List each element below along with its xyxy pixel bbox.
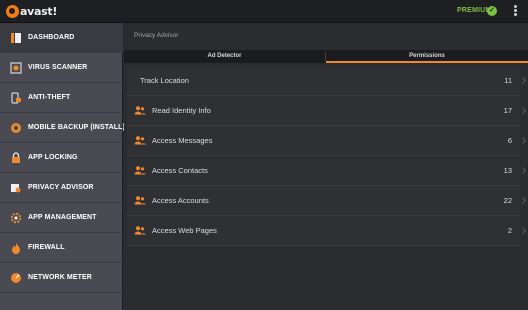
list-item[interactable]: Read Identity Info 17 [127,96,526,126]
padlock-icon [12,151,20,163]
sidebar-item-label: NETWORK METER [28,274,92,281]
sidebar-item-privacy-advisor[interactable]: PRIVACY ADVISOR [0,173,123,203]
gear-icon [10,212,22,223]
sidebar-item-label: VIRUS SCANNER [28,64,88,71]
chevron-right-icon [522,197,526,204]
list-item[interactable]: Track Location 11 [127,66,526,96]
meter-icon [11,272,21,283]
check-icon: ✓ [487,6,497,16]
page-title: Privacy Advisor [134,32,179,39]
chevron-right-icon [522,107,526,114]
sidebar-item-firewall[interactable]: FIREWALL [0,233,123,263]
main-content: Privacy Advisor Ad Detector Permissions … [124,23,528,310]
list-item[interactable]: Access Accounts 22 [127,186,526,216]
list-item[interactable]: Access Web Pages 2 [127,216,526,246]
app-bar: avast! PREMIUM ✓ [0,0,528,23]
chevron-right-icon [522,77,526,84]
list-item[interactable]: Access Contacts 13 [127,156,526,186]
dashboard-icon [11,32,21,43]
tab-permissions[interactable]: Permissions [326,50,528,63]
chevron-right-icon [522,137,526,144]
tab-bar: Ad Detector Permissions [124,50,528,63]
row-label: Access Web Pages [152,226,217,235]
avast-logo: avast! [6,3,57,20]
scanner-icon [10,62,22,73]
row-count: 13 [503,166,512,175]
sidebar-item-label: MOBILE BACKUP (INSTALL) [28,124,125,131]
flame-icon [12,242,20,254]
sidebar-item-label: DASHBOARD [28,34,75,41]
permissions-list: Track Location 11 Read Identity Info 17 … [124,66,528,246]
sidebar-item-label: FIREWALL [28,244,65,251]
row-count: 6 [507,136,512,145]
row-label: Track Location [140,76,189,85]
sidebar-item-app-locking[interactable]: APP LOCKING [0,143,123,173]
row-label: Access Messages [152,136,213,145]
overflow-menu-icon[interactable] [511,5,519,18]
sidebar-item-virus-scanner[interactable]: VIRUS SCANNER [0,53,123,83]
sidebar-item-label: ANTI-THEFT [28,94,71,101]
sidebar: DASHBOARD VIRUS SCANNER ANTI-THEFT MOBIL… [0,23,125,310]
sidebar-item-label: APP LOCKING [28,154,78,161]
people-icon [134,196,146,205]
backup-icon [11,122,21,133]
people-icon [134,136,146,145]
sidebar-item-label: PRIVACY ADVISOR [28,184,94,191]
row-count: 11 [504,76,512,85]
sidebar-item-app-management[interactable]: APP MANAGEMENT [0,203,123,233]
phone-lock-icon [11,92,21,103]
row-label: Access Contacts [152,166,208,175]
list-item[interactable]: Access Messages 6 [127,126,526,156]
chevron-right-icon [522,167,526,174]
row-count: 2 [507,226,512,235]
tab-ad-detector[interactable]: Ad Detector [124,50,325,63]
people-icon [134,166,146,175]
avast-ball-icon [6,5,19,18]
sidebar-item-dashboard[interactable]: DASHBOARD [0,23,123,53]
row-count: 22 [503,196,512,205]
privacy-icon [11,183,21,192]
row-count: 17 [503,106,512,115]
sidebar-item-network-meter[interactable]: NETWORK METER [0,263,123,293]
brand-name: avast! [20,5,58,18]
chevron-right-icon [522,227,526,234]
sidebar-item-label: APP MANAGEMENT [28,214,97,221]
row-label: Read Identity Info [152,106,211,115]
people-icon [134,106,146,115]
sidebar-item-anti-theft[interactable]: ANTI-THEFT [0,83,123,113]
people-icon [134,226,146,235]
sidebar-item-mobile-backup[interactable]: MOBILE BACKUP (INSTALL) [0,113,125,143]
row-label: Access Accounts [152,196,209,205]
